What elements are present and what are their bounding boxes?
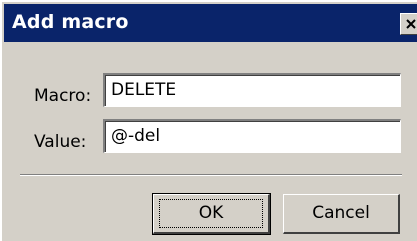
ok-button[interactable]: OK [152, 193, 271, 235]
value-label: Value: [34, 132, 87, 152]
value-input[interactable]: @-del [103, 119, 401, 153]
ok-button-label: OK [198, 203, 224, 223]
macro-input-value: DELETE [111, 80, 177, 100]
close-icon [406, 19, 416, 29]
cancel-button-label: Cancel [312, 203, 370, 223]
dialog-title: Add macro [12, 11, 129, 33]
title-bar[interactable]: Add macro [4, 4, 417, 42]
add-macro-dialog: Add macro Macro: DELETE Value: @-del OK … [0, 0, 417, 241]
macro-input[interactable]: DELETE [103, 73, 401, 107]
close-button[interactable] [400, 13, 417, 35]
cancel-button[interactable]: Cancel [283, 194, 400, 234]
separator [20, 174, 402, 176]
macro-label: Macro: [34, 86, 92, 106]
value-input-value: @-del [111, 126, 161, 146]
